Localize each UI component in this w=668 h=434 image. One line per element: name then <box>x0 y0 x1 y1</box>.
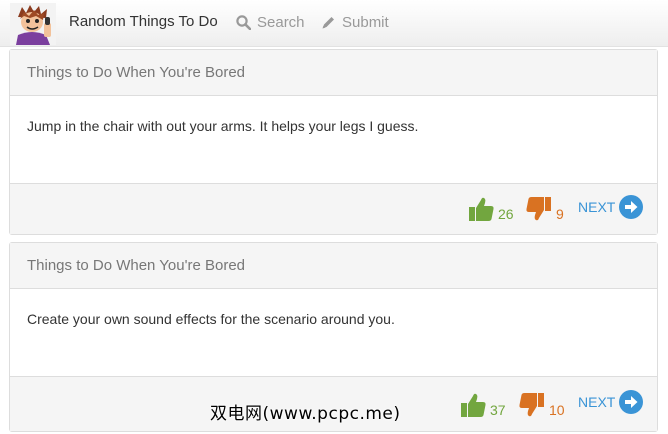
post-text: Create your own sound effects for the sc… <box>27 311 395 327</box>
upvote-button[interactable]: 26 <box>468 196 514 222</box>
next-label: NEXT <box>578 394 616 410</box>
watermark: 双电网(www.pcpc.me) <box>210 404 401 424</box>
submit-link[interactable]: Submit <box>321 14 389 31</box>
downvote-count: 10 <box>549 402 565 418</box>
post-text: Jump in the chair with out your arms. It… <box>27 118 419 134</box>
post-footer: 26 9 NEXT <box>10 183 657 234</box>
brand-link[interactable]: Random Things To Do <box>69 13 218 30</box>
post-category: Things to Do When You're Bored <box>10 50 657 96</box>
arrow-right-circle-icon <box>619 390 644 414</box>
downvote-button[interactable]: 9 <box>526 196 564 222</box>
submit-label: Submit <box>342 14 389 31</box>
downvote-count: 9 <box>556 206 564 222</box>
arrow-right-circle-icon <box>619 195 644 219</box>
post-category: Things to Do When You're Bored <box>10 243 657 289</box>
next-label: NEXT <box>578 199 616 215</box>
thumbs-up-icon <box>469 197 494 221</box>
downvote-button[interactable]: 10 <box>519 392 565 418</box>
avatar-logo-icon[interactable] <box>10 3 56 45</box>
thumbs-up-icon <box>461 393 486 417</box>
pencil-icon <box>322 17 334 29</box>
navbar: Random Things To Do Search Submit <box>0 0 668 47</box>
next-button[interactable]: NEXT <box>578 195 644 219</box>
search-icon <box>236 15 251 30</box>
thumbs-down-icon <box>519 393 544 417</box>
next-button[interactable]: NEXT <box>578 390 644 414</box>
search-link[interactable]: Search <box>236 14 305 31</box>
search-label: Search <box>257 14 305 31</box>
upvote-count: 37 <box>490 402 506 418</box>
thumbs-down-icon <box>526 197 551 221</box>
upvote-count: 26 <box>498 206 514 222</box>
post-card: Things to Do When You're Bored Jump in t… <box>9 49 658 235</box>
upvote-button[interactable]: 37 <box>460 392 506 418</box>
